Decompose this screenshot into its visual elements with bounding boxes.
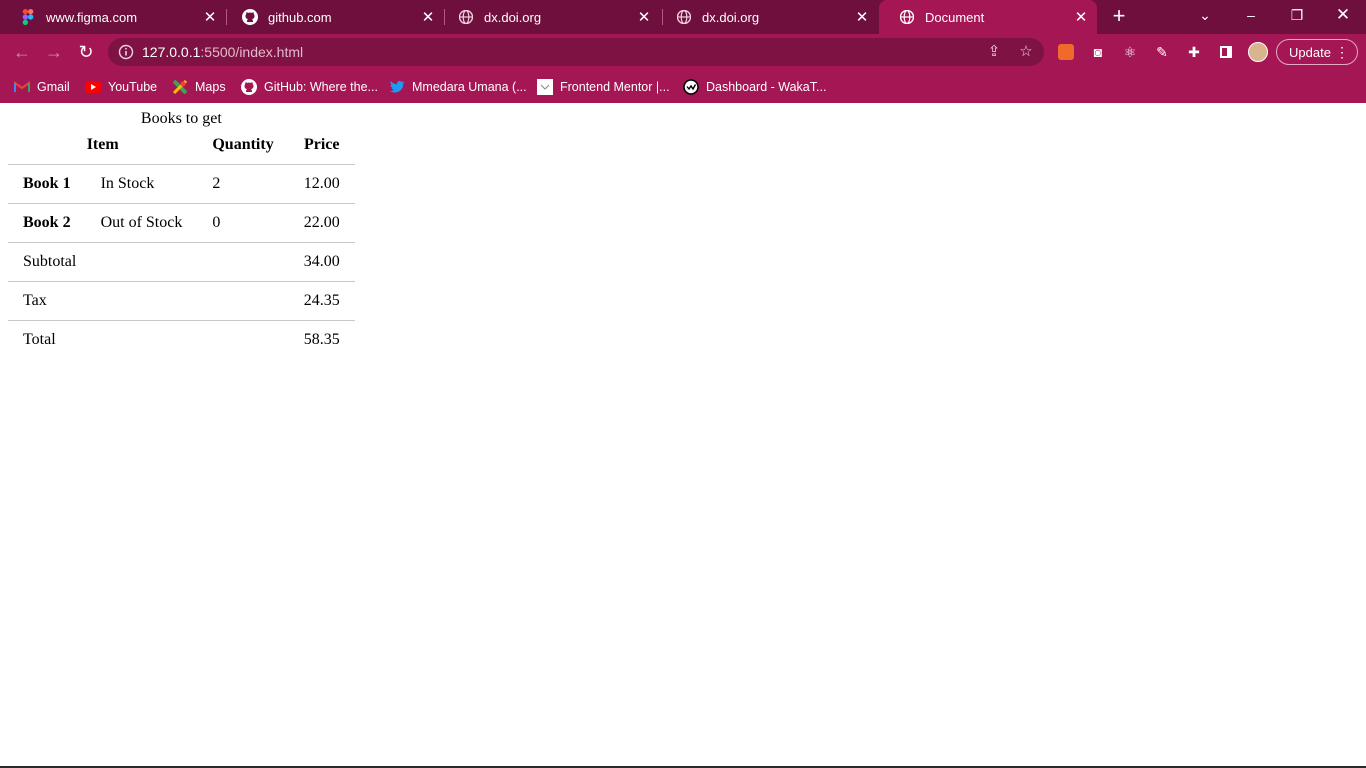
minimize-icon[interactable]: – [1228, 0, 1274, 30]
bookmark-label: Frontend Mentor |... [560, 80, 670, 94]
figma-icon [20, 9, 36, 25]
page-content: Books to get Item Quantity Price Book 1 … [0, 103, 1366, 768]
summary-label: Total [8, 320, 289, 359]
bookmark-label: GitHub: Where the... [264, 80, 378, 94]
header-item: Item [86, 136, 119, 153]
table-row-total: Total 58.35 [8, 320, 355, 359]
summary-price: 58.35 [288, 320, 355, 359]
avatar[interactable] [1248, 42, 1268, 62]
wakatime-icon [683, 79, 699, 95]
tab-document[interactable]: Document ✕ [879, 0, 1097, 34]
close-icon[interactable]: ✕ [418, 7, 438, 27]
menu-dots-icon[interactable]: ⋮ [1335, 44, 1349, 61]
tab-title: dx.doi.org [702, 9, 760, 25]
frontend-mentor-icon [537, 79, 553, 95]
tab-title: github.com [268, 9, 332, 25]
tab-search-chevron-icon[interactable]: ⌄ [1182, 0, 1228, 30]
row-status: Out of Stock [85, 203, 198, 243]
globe-icon [899, 9, 915, 25]
bookmark-label: Mmedara Umana (... [412, 80, 527, 94]
close-icon[interactable]: ✕ [1071, 7, 1091, 27]
summary-price: 24.35 [288, 281, 355, 321]
tab-strip: www.figma.com ✕ github.com ✕ dx.doi.org … [0, 0, 1366, 34]
address-bar[interactable]: 127.0.0.1:5500/index.html ⇪ ☆ [108, 38, 1044, 66]
bookmark-wakatime[interactable]: Dashboard - WakaT... [683, 77, 826, 97]
youtube-icon [85, 79, 101, 95]
table-row-tax: Tax 24.35 [8, 281, 355, 321]
extensions-puzzle-icon[interactable]: ✚ [1185, 43, 1203, 61]
update-label: Update [1289, 44, 1331, 60]
row-price: 12.00 [288, 164, 355, 204]
books-table: Books to get Item Quantity Price Book 1 … [8, 110, 355, 359]
forward-arrow-icon[interactable]: → [42, 40, 66, 64]
summary-label: Tax [8, 281, 289, 321]
reload-icon[interactable]: ↻ [74, 40, 98, 64]
bookmark-frontend-mentor[interactable]: Frontend Mentor |... [537, 77, 670, 97]
twitter-icon [389, 79, 405, 95]
url-path: :5500/index.html [200, 44, 304, 60]
side-panel-icon[interactable] [1217, 43, 1235, 61]
header-quantity: Quantity [212, 136, 274, 153]
tab-title: www.figma.com [46, 9, 138, 25]
bookmark-youtube[interactable]: YouTube [85, 77, 157, 97]
github-icon [241, 79, 257, 95]
bookmarks-bar: Gmail YouTube Maps GitHub: Where the... … [0, 70, 1366, 103]
bookmark-label: Maps [195, 80, 226, 94]
close-icon[interactable]: ✕ [200, 7, 220, 27]
maps-icon [172, 79, 188, 95]
extension-camera-icon[interactable]: ◙ [1089, 43, 1107, 61]
table-caption: Books to get [140, 110, 222, 127]
close-icon[interactable]: ✕ [852, 7, 872, 27]
globe-icon [676, 9, 692, 25]
table-row: Book 2 Out of Stock 0 22.00 [8, 203, 355, 243]
row-status: In Stock [85, 164, 198, 204]
update-button[interactable]: Update ⋮ [1276, 39, 1358, 65]
table-header-row: Item Quantity Price [8, 136, 355, 165]
restore-icon[interactable]: ❐ [1274, 0, 1320, 30]
row-quantity: 2 [197, 164, 289, 204]
table-row-subtotal: Subtotal 34.00 [8, 242, 355, 282]
row-quantity: 0 [197, 203, 289, 243]
extension-translate-icon[interactable] [1057, 43, 1075, 61]
share-icon[interactable]: ⇪ [986, 44, 1002, 60]
bookmark-twitter[interactable]: Mmedara Umana (... [389, 77, 527, 97]
new-tab-icon[interactable]: + [1108, 5, 1130, 28]
close-icon[interactable]: ✕ [634, 7, 654, 27]
row-book-name: Book 1 [8, 164, 86, 204]
bookmark-label: Dashboard - WakaT... [706, 80, 827, 94]
bookmark-label: Gmail [37, 80, 70, 94]
bookmark-label: YouTube [108, 80, 158, 94]
close-window-icon[interactable]: ✕ [1320, 0, 1366, 30]
globe-icon [458, 9, 474, 25]
bookmark-star-icon[interactable]: ☆ [1018, 44, 1034, 60]
row-price: 22.00 [288, 203, 355, 243]
tab-title: Document [925, 9, 985, 25]
site-info-icon[interactable] [118, 44, 134, 60]
tab-title: dx.doi.org [484, 9, 542, 25]
tab-doi-2[interactable]: dx.doi.org ✕ [656, 0, 878, 34]
back-arrow-icon[interactable]: ← [10, 40, 34, 64]
summary-price: 34.00 [288, 242, 355, 282]
tab-figma[interactable]: www.figma.com ✕ [0, 0, 226, 34]
header-price: Price [303, 136, 340, 153]
tab-github[interactable]: github.com ✕ [222, 0, 444, 34]
bookmark-maps[interactable]: Maps [172, 77, 226, 97]
tab-doi-1[interactable]: dx.doi.org ✕ [438, 0, 660, 34]
extension-pen-icon[interactable]: ✎ [1153, 43, 1171, 61]
url-text[interactable]: 127.0.0.1:5500/index.html [142, 44, 303, 60]
row-book-name: Book 2 [8, 203, 86, 243]
url-host: 127.0.0.1 [142, 44, 201, 60]
bookmark-gmail[interactable]: Gmail [14, 77, 70, 97]
table-row: Book 1 In Stock 2 12.00 [8, 164, 355, 204]
extension-react-icon[interactable]: ⚛ [1121, 43, 1139, 61]
summary-label: Subtotal [8, 242, 289, 282]
github-icon [242, 9, 258, 25]
bookmark-github[interactable]: GitHub: Where the... [241, 77, 378, 97]
gmail-icon [14, 79, 30, 95]
